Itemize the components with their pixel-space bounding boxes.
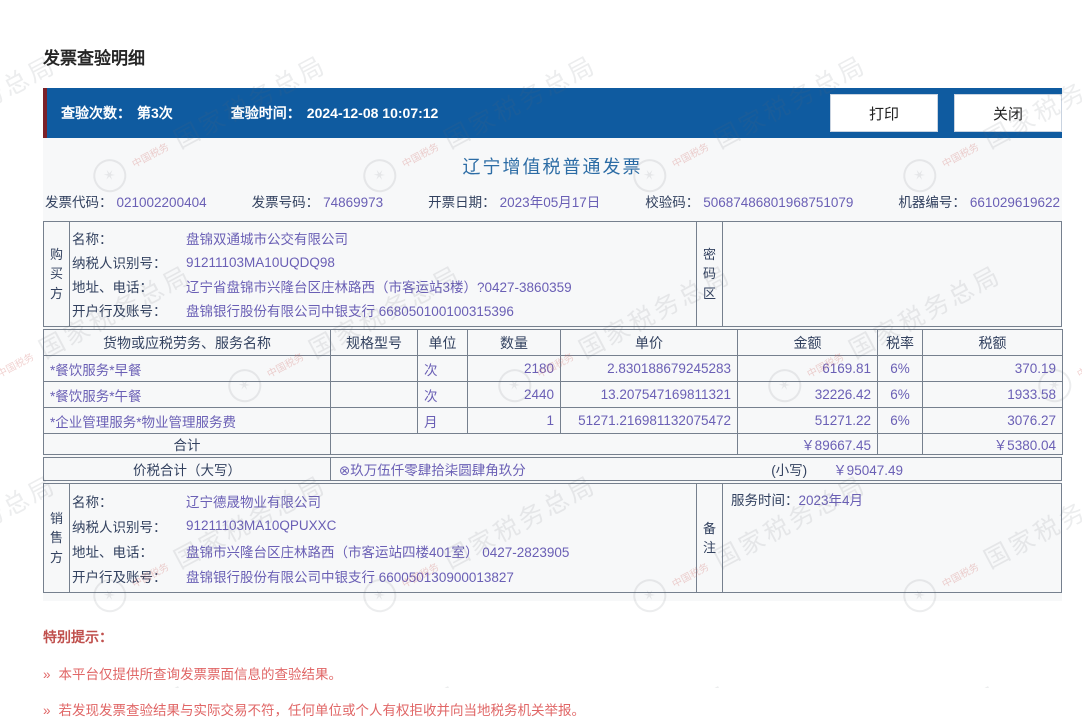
password-region: 密码区 [696, 222, 1061, 326]
notice-title: 特别提示： [43, 629, 113, 645]
invoice-meta-row: 发票代码： 021002200404 发票号码： 74869973 开票日期： 202… [43, 189, 1062, 219]
seller-taxid-row: 纳税人识别号： 91211103MA10QPUXXC [72, 518, 337, 535]
notice-item-1: » 本平台仅提供所查询发票票面信息的查验结果。 [43, 667, 343, 682]
machine-number: 机器编号： 661029619622 [898, 195, 1060, 210]
buyer-section: 购买方 名称： 盘锦双通城市公交有限公司 纳税人识别号： 91211103MA1… [43, 221, 1062, 327]
buyer-info: 名称： 盘锦双通城市公交有限公司 纳税人识别号： 91211103MA10UQD… [70, 222, 696, 326]
buyer-side-label: 购买方 [44, 222, 70, 326]
remark-content: 服务时间：2023年4月 [723, 484, 1061, 592]
buyer-name-row: 名称： 盘锦双通城市公交有限公司 [72, 232, 348, 247]
items-table: 货物或应税劳务、服务名称 规格型号 单位 数量 单价 金额 税率 税额 *餐饮服… [43, 329, 1063, 455]
seller-info: 名称： 辽宁德晟物业有限公司 纳税人识别号： 91211103MA10QPUXX… [70, 484, 696, 592]
item-row-3: *企业管理服务*物业管理服务费 月 1 51271.21698113207547… [43, 407, 1063, 434]
total-label: 合计 [43, 433, 331, 455]
total-amount: ￥89667.45 [737, 433, 878, 455]
col-header-name: 货物或应税劳务、服务名称 [43, 329, 331, 356]
check-time-label: 查验时间： [230, 105, 301, 121]
total-tax: ￥5380.04 [922, 433, 1063, 455]
password-side-label: 密码区 [697, 222, 723, 326]
item-name: *餐饮服务*午餐 [43, 381, 331, 408]
close-button[interactable]: 关闭 [954, 94, 1062, 132]
check-count-value: 第3次 [137, 105, 173, 121]
item-price: 51271.216981132075472 [560, 407, 738, 434]
footer-notices: 特别提示： » 本平台仅提供所查询发票票面信息的查验结果。 » 若发现发票查验结果与… [43, 627, 1062, 719]
remark-region: 备注 服务时间：2023年4月 [696, 484, 1061, 592]
total-spacer [330, 433, 738, 455]
seller-address-row: 地址、电话： 盘锦市兴隆台区庄林路西（市客运站四楼401室） 0427-2823… [72, 544, 570, 560]
col-header-qty: 数量 [467, 329, 561, 356]
item-amount: 32226.42 [737, 381, 878, 408]
item-row-1: *餐饮服务*早餐 次 2180 2.830188679245283 6169.8… [43, 355, 1063, 382]
invoice-title: 辽宁增值税普通发票 [462, 157, 643, 177]
print-button[interactable]: 打印 [830, 94, 938, 132]
item-price: 13.207547169811321 [560, 381, 738, 408]
password-area [723, 222, 1061, 326]
main-content: 发票查验明细 查验次数： 第3次 查验时间： 2024-12-08 10:07:… [43, 0, 1063, 719]
item-taxrate: 6% [877, 407, 923, 434]
seller-side-label: 销售方 [44, 484, 70, 592]
item-name: *餐饮服务*早餐 [43, 355, 331, 382]
tax-total-row: 价税合计（大写） ⊗玖万伍仟零肆拾柒圆肆角玖分 (小写) ￥95047.49 [43, 457, 1062, 481]
buyer-taxid-row: 纳税人识别号： 91211103MA10UQDQ98 [72, 254, 335, 272]
items-header-row: 货物或应税劳务、服务名称 规格型号 单位 数量 单价 金额 税率 税额 [43, 329, 1063, 356]
col-header-spec: 规格型号 [330, 329, 418, 356]
item-unit: 月 [417, 407, 468, 434]
item-spec [330, 407, 418, 434]
item-unit: 次 [417, 355, 468, 382]
remark-side-label: 备注 [697, 484, 723, 592]
tax-total-capital: ⊗玖万伍仟零肆拾柒圆肆角玖分 [339, 463, 526, 478]
seller-bank-row: 开户行及账号： 盘锦银行股份有限公司中银支行 66005013090001382… [72, 569, 514, 585]
invoice-code: 发票代码： 021002200404 [45, 195, 207, 210]
items-total-row: 合计 ￥89667.45 ￥5380.04 [43, 433, 1063, 455]
total-rate-spacer [877, 433, 923, 455]
check-code: 校验码： 50687486801968751079 [645, 195, 854, 210]
col-header-taxrate: 税率 [877, 329, 923, 356]
item-taxrate: 6% [877, 381, 923, 408]
item-tax: 370.19 [922, 355, 1063, 382]
invoice-number: 发票号码： 74869973 [251, 195, 384, 210]
item-amount: 6169.81 [737, 355, 878, 382]
col-header-tax: 税额 [922, 329, 1063, 356]
service-time-label: 服务时间： [731, 493, 799, 508]
item-tax: 3076.27 [922, 407, 1063, 434]
seller-name-row: 名称： 辽宁德晟物业有限公司 [72, 494, 321, 510]
seller-section: 销售方 名称： 辽宁德晟物业有限公司 纳税人识别号： 91211103MA10Q… [43, 483, 1062, 593]
item-price: 2.830188679245283 [560, 355, 738, 382]
buyer-address-row: 地址、电话： 辽宁省盘锦市兴隆台区庄林路西（市客运站3楼）?0427-38603… [72, 280, 572, 295]
col-header-price: 单价 [560, 329, 738, 356]
page-title: 发票查验明细 [43, 49, 145, 68]
tax-total-label: 价税合计（大写） [44, 458, 331, 480]
check-count: 查验次数： 第3次 [61, 103, 173, 123]
item-qty: 1 [467, 407, 561, 434]
item-qty: 2180 [467, 355, 561, 382]
item-taxrate: 6% [877, 355, 923, 382]
item-tax: 1933.58 [922, 381, 1063, 408]
service-time-value: 2023年4月 [798, 493, 864, 508]
item-spec [330, 355, 418, 382]
item-name: *企业管理服务*物业管理服务费 [43, 407, 331, 434]
check-time-value: 2024-12-08 10:07:12 [306, 105, 439, 121]
notice-item-2: » 若发现发票查验结果与实际交易不符，任何单位或个人有权拒收并向当地税务机关举报。 [43, 703, 586, 718]
buyer-bank-row: 开户行及账号： 盘锦银行股份有限公司中银支行 66805010010031539… [72, 304, 514, 319]
item-qty: 2440 [467, 381, 561, 408]
tax-total-small: (小写) ￥95047.49 [771, 463, 903, 478]
item-spec [330, 381, 418, 408]
item-amount: 51271.22 [737, 407, 878, 434]
col-header-unit: 单位 [417, 329, 468, 356]
item-row-2: *餐饮服务*午餐 次 2440 13.207547169811321 32226… [43, 381, 1063, 408]
col-header-amount: 金额 [737, 329, 878, 356]
item-unit: 次 [417, 381, 468, 408]
invoice-date: 开票日期： 2023年05月17日 [428, 195, 601, 210]
check-time: 查验时间： 2024-12-08 10:07:12 [231, 103, 439, 123]
verification-toolbar: 查验次数： 第3次 查验时间： 2024-12-08 10:07:12 打印 关… [43, 88, 1062, 138]
invoice-panel: 辽宁增值税普通发票 发票代码： 021002200404 发票号码： 7486997… [43, 138, 1063, 601]
bullet-icon: » [43, 667, 51, 682]
bullet-icon: » [43, 703, 51, 718]
check-count-label: 查验次数： [61, 105, 131, 121]
